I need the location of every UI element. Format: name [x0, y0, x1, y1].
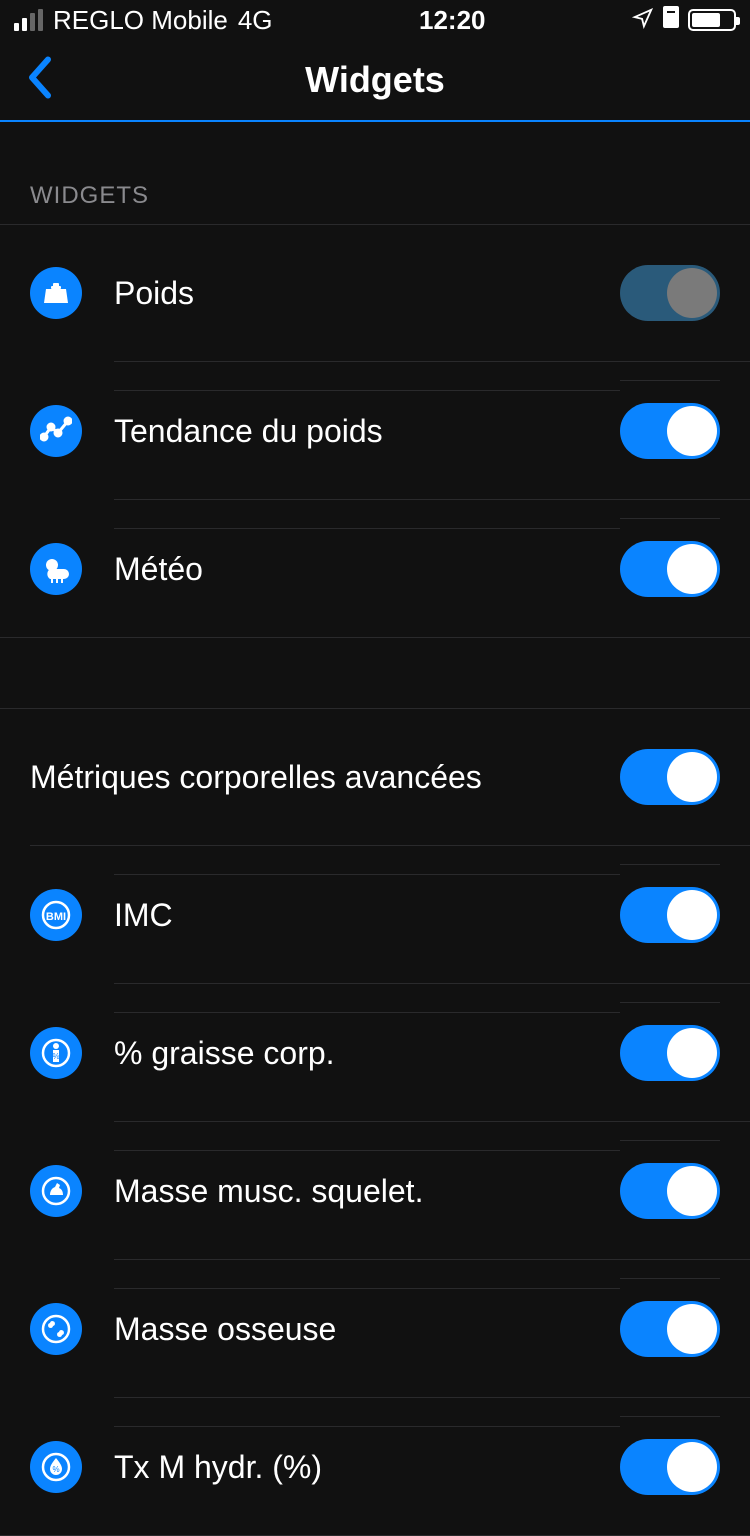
toggle-osseuse[interactable]	[620, 1301, 720, 1357]
row-label: Masse musc. squelet.	[114, 1150, 620, 1232]
row-meteo: Météo	[0, 500, 750, 637]
location-icon	[632, 5, 654, 36]
svg-text:%: %	[52, 1052, 59, 1061]
battery-icon	[688, 9, 736, 31]
toggle-poids[interactable]	[620, 265, 720, 321]
clock: 12:20	[273, 5, 632, 36]
row-label: Métriques corporelles avancées	[30, 737, 620, 818]
row-imc: BMI IMC	[0, 846, 750, 983]
row-tendance: Tendance du poids	[0, 362, 750, 499]
section-header-widgets: WIDGETS	[0, 122, 750, 224]
signal-icon	[14, 9, 43, 31]
card-icon	[662, 5, 680, 36]
status-right	[632, 5, 736, 36]
water-icon: %	[30, 1441, 82, 1493]
weight-icon	[30, 267, 82, 319]
bmi-icon: BMI	[30, 889, 82, 941]
toggle-metrics-master[interactable]	[620, 749, 720, 805]
toggle-hydr[interactable]	[620, 1439, 720, 1495]
page-title: Widgets	[305, 59, 445, 101]
muscle-icon	[30, 1165, 82, 1217]
svg-text:BMI: BMI	[46, 911, 66, 923]
status-bar: REGLO Mobile 4G 12:20	[0, 0, 750, 40]
row-label: % graisse corp.	[114, 1012, 620, 1094]
toggle-graisse[interactable]	[620, 1025, 720, 1081]
row-poids: Poids	[0, 225, 750, 361]
toggle-imc[interactable]	[620, 887, 720, 943]
status-left: REGLO Mobile 4G	[14, 5, 273, 36]
row-osseuse: Masse osseuse	[0, 1260, 750, 1397]
row-hydr: % Tx M hydr. (%)	[0, 1398, 750, 1535]
metrics-group: Métriques corporelles avancées BMI IMC %…	[0, 708, 750, 1536]
network-label: 4G	[238, 5, 273, 36]
carrier-label: REGLO Mobile	[53, 5, 228, 36]
nav-header: Widgets	[0, 40, 750, 122]
bodyfat-icon: %	[30, 1027, 82, 1079]
row-label: Météo	[114, 528, 620, 610]
row-graisse: % % graisse corp.	[0, 984, 750, 1121]
weather-icon	[30, 543, 82, 595]
svg-text:%: %	[52, 1465, 59, 1474]
row-label: Tendance du poids	[114, 390, 620, 472]
row-muscle: Masse musc. squelet.	[0, 1122, 750, 1259]
back-button[interactable]	[26, 56, 54, 105]
row-label: Masse osseuse	[114, 1288, 620, 1370]
toggle-tendance[interactable]	[620, 403, 720, 459]
row-label: IMC	[114, 874, 620, 956]
trend-icon	[30, 405, 82, 457]
row-metrics-master: Métriques corporelles avancées	[0, 709, 750, 845]
toggle-muscle[interactable]	[620, 1163, 720, 1219]
toggle-meteo[interactable]	[620, 541, 720, 597]
row-label: Tx M hydr. (%)	[114, 1426, 620, 1508]
bone-icon	[30, 1303, 82, 1355]
row-label: Poids	[114, 253, 620, 334]
widgets-group: Poids Tendance du poids Météo	[0, 224, 750, 638]
